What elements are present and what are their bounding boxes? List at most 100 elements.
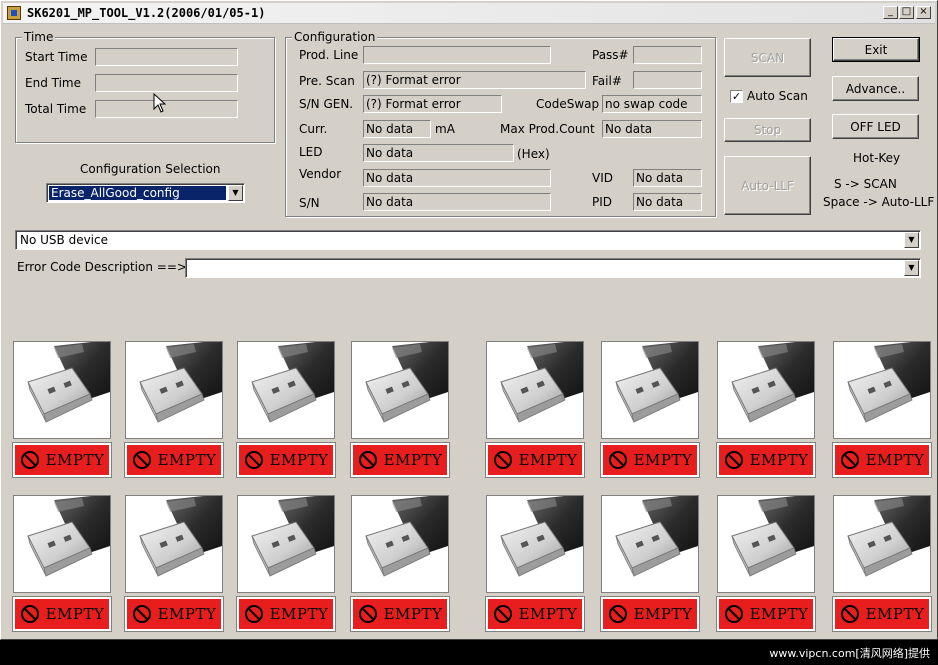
- curr-field: No data: [363, 120, 431, 138]
- slot-status-badge: EMPTY: [600, 596, 700, 632]
- start-time-field: [95, 48, 238, 66]
- usb-drive-icon: [486, 340, 584, 439]
- fail-count-label: Fail#: [592, 74, 622, 88]
- prohibited-icon: [358, 450, 378, 470]
- close-button[interactable]: ×: [916, 6, 931, 19]
- slot-status-text: EMPTY: [157, 605, 217, 623]
- fail-count-field: [633, 71, 702, 89]
- slot-status-badge: EMPTY: [350, 442, 450, 478]
- led-unit: (Hex): [517, 147, 550, 161]
- time-group-title: Time: [22, 30, 56, 44]
- slot-status-badge: EMPTY: [12, 596, 112, 632]
- usb-drive-icon: [351, 494, 449, 593]
- usb-drive-icon: [351, 340, 449, 439]
- prod-line-label: Prod. Line: [299, 48, 359, 62]
- led-label: LED: [299, 145, 323, 159]
- prohibited-icon: [608, 450, 628, 470]
- usb-device-value: No USB device: [20, 233, 108, 247]
- sn-label: S/N: [299, 196, 320, 210]
- slot-status-badge: EMPTY: [124, 596, 224, 632]
- prohibited-icon: [608, 604, 628, 624]
- end-time-label: End Time: [25, 76, 81, 90]
- vid-field: No data: [633, 169, 702, 187]
- maximize-button[interactable]: □: [899, 6, 914, 19]
- slot-status-text: EMPTY: [157, 451, 217, 469]
- hotkey-title: Hot-Key: [853, 151, 901, 165]
- vendor-label: Vendor: [299, 167, 342, 181]
- chevron-down-icon[interactable]: ▼: [904, 232, 919, 248]
- slot-status-badge: EMPTY: [236, 442, 336, 478]
- vendor-field: No data: [363, 169, 551, 187]
- configuration-group-title: Configuration: [292, 30, 378, 44]
- auto-scan-checkbox[interactable]: ✓: [730, 90, 743, 103]
- slot-status-text: EMPTY: [518, 451, 578, 469]
- hotkey-auto-llf: Space -> Auto-LLF: [823, 195, 935, 209]
- led-field: No data: [363, 144, 514, 162]
- pid-label: PID: [592, 195, 613, 209]
- app-icon[interactable]: [7, 6, 21, 20]
- prod-line-field: [363, 46, 551, 64]
- minimize-button[interactable]: _: [883, 6, 898, 19]
- slot-status-badge: EMPTY: [350, 596, 450, 632]
- config-selection-label: Configuration Selection: [80, 162, 221, 176]
- vid-label: VID: [592, 171, 613, 185]
- usb-drive-icon: [125, 494, 223, 593]
- prohibited-icon: [244, 604, 264, 624]
- prohibited-icon: [840, 450, 860, 470]
- prohibited-icon: [132, 450, 152, 470]
- usb-drive-icon: [601, 494, 699, 593]
- slot-status-badge: EMPTY: [716, 596, 816, 632]
- slot-status-badge: EMPTY: [600, 442, 700, 478]
- slot-status-badge: EMPTY: [124, 442, 224, 478]
- usb-drive-icon: [237, 494, 335, 593]
- slot-status-badge: EMPTY: [832, 596, 932, 632]
- error-code-label: Error Code Description ==>: [17, 260, 187, 274]
- slot-status-badge: EMPTY: [716, 442, 816, 478]
- usb-drive-icon: [13, 340, 111, 439]
- off-led-button[interactable]: OFF LED: [832, 114, 919, 139]
- slot-status-text: EMPTY: [749, 451, 809, 469]
- sn-field: No data: [363, 193, 551, 211]
- prohibited-icon: [840, 604, 860, 624]
- curr-label: Curr.: [299, 122, 328, 136]
- error-code-combo[interactable]: ▼: [185, 258, 921, 278]
- auto-scan-label[interactable]: Auto Scan: [747, 89, 808, 103]
- exit-button[interactable]: Exit: [832, 37, 920, 62]
- prohibited-icon: [358, 604, 378, 624]
- codeswap-label: CodeSwap: [536, 97, 600, 111]
- chevron-down-icon[interactable]: ▼: [904, 260, 919, 276]
- prohibited-icon: [493, 450, 513, 470]
- usb-device-combo[interactable]: No USB device ▼: [15, 230, 921, 250]
- slot-status-text: EMPTY: [865, 451, 925, 469]
- slot-status-text: EMPTY: [45, 451, 105, 469]
- curr-unit: mA: [435, 122, 455, 136]
- usb-drive-icon: [601, 340, 699, 439]
- prohibited-icon: [724, 604, 744, 624]
- prohibited-icon: [20, 450, 40, 470]
- scan-button[interactable]: SCAN: [724, 38, 811, 77]
- usb-drive-icon: [237, 340, 335, 439]
- sn-gen-label: S/N GEN.: [299, 97, 354, 111]
- title-bar[interactable]: SK6201_MP_TOOL_V1.2(2006/01/05-1) _ □ ×: [3, 3, 935, 24]
- auto-llf-button[interactable]: Auto-LLF: [724, 156, 811, 215]
- prohibited-icon: [132, 604, 152, 624]
- max-prod-count-field: No data: [602, 120, 702, 138]
- config-selection-combo[interactable]: Erase_AllGood_config ▼: [46, 183, 245, 203]
- total-time-label: Total Time: [25, 102, 87, 116]
- slot-status-badge: EMPTY: [12, 442, 112, 478]
- usb-drive-icon: [717, 494, 815, 593]
- usb-drive-icon: [13, 494, 111, 593]
- usb-drive-icon: [833, 340, 931, 439]
- codeswap-field: no swap code: [602, 95, 702, 113]
- chevron-down-icon[interactable]: ▼: [228, 185, 243, 201]
- footer-watermark: www.vipcn.com[清风网络]提供: [769, 647, 930, 660]
- usb-drive-icon: [717, 340, 815, 439]
- slot-status-text: EMPTY: [865, 605, 925, 623]
- main-window: SK6201_MP_TOOL_V1.2(2006/01/05-1) _ □ × …: [0, 0, 938, 640]
- usb-drive-icon: [486, 494, 584, 593]
- start-time-label: Start Time: [25, 50, 88, 64]
- advance-button[interactable]: Advance..: [832, 76, 919, 101]
- slot-status-badge: EMPTY: [485, 442, 585, 478]
- end-time-field: [95, 74, 238, 92]
- stop-button[interactable]: Stop: [724, 118, 811, 142]
